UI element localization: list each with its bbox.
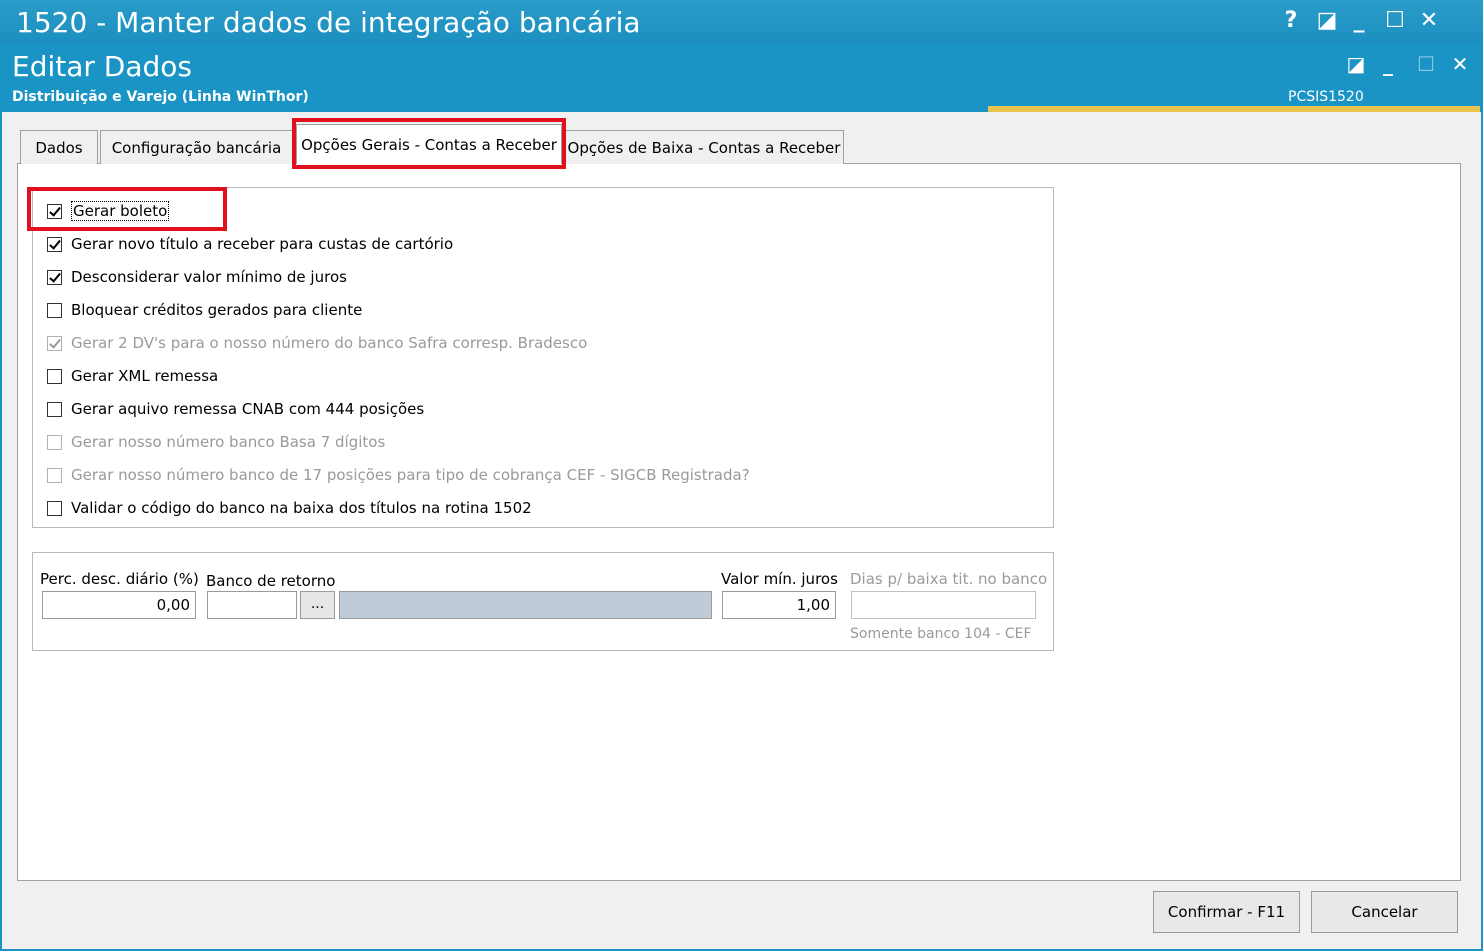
checkbox: [47, 335, 62, 351]
checkbox[interactable]: [47, 269, 62, 285]
option-bloquear-creditos[interactable]: Bloquear créditos gerados para cliente: [47, 300, 362, 320]
checkbox: [47, 434, 62, 450]
checkbox: [47, 467, 62, 483]
valor-min-juros-label: Valor mín. juros: [721, 570, 838, 588]
tab-opcoes-baixa[interactable]: Opções de Baixa - Contas a Receber: [564, 130, 844, 164]
close-icon[interactable]: ✕: [1414, 6, 1444, 36]
option-label: Bloquear créditos gerados para cliente: [71, 301, 363, 319]
option-label: Gerar boleto: [71, 201, 170, 221]
window-title: 1520 - Manter dados de integração bancár…: [16, 6, 641, 39]
dias-baixa-input: [851, 591, 1036, 619]
help-icon[interactable]: ?: [1276, 6, 1306, 36]
banco-retorno-name-field: [339, 591, 712, 619]
option-basa-7: Gerar nosso número banco Basa 7 dígitos: [47, 432, 385, 452]
option-label: Gerar XML remessa: [71, 367, 219, 385]
maximize-icon[interactable]: ☐: [1380, 6, 1410, 36]
window-titlebar: 1520 - Manter dados de integração bancár…: [0, 0, 1483, 44]
tab-dados[interactable]: Dados: [20, 130, 98, 164]
option-label: Desconsiderar valor mínimo de juros: [71, 268, 347, 286]
checkbox[interactable]: [47, 500, 62, 516]
form-title: Editar Dados: [12, 50, 193, 83]
minimize-icon[interactable]: _: [1344, 6, 1374, 36]
perc-desc-label: Perc. desc. diário (%): [40, 570, 199, 588]
form-edit-icon[interactable]: ◪: [1342, 50, 1370, 78]
banco-retorno-lookup-button[interactable]: ...: [300, 591, 335, 619]
form-close-icon[interactable]: ✕: [1446, 50, 1474, 78]
option-cef-17: Gerar nosso número banco de 17 posições …: [47, 465, 750, 485]
form-maximize-icon: ☐: [1417, 52, 1435, 76]
checkbox[interactable]: [47, 203, 62, 219]
checkbox[interactable]: [47, 368, 62, 384]
form-header: Editar Dados Distribuição e Varejo (Linh…: [0, 44, 1483, 112]
checkbox[interactable]: [47, 236, 62, 252]
option-label: Gerar aquivo remessa CNAB com 444 posiçõ…: [71, 400, 425, 418]
option-custas-cartorio[interactable]: Gerar novo título a receber para custas …: [47, 234, 453, 254]
option-label: Gerar nosso número banco Basa 7 dígitos: [71, 433, 386, 451]
option-validar-banco[interactable]: Validar o código do banco na baixa dos t…: [47, 498, 532, 518]
valor-min-juros-input[interactable]: 1,00: [722, 591, 836, 619]
form-minimize-icon[interactable]: _: [1374, 50, 1402, 78]
option-label: Gerar 2 DV's para o nosso número do banc…: [71, 334, 588, 352]
banco-retorno-input[interactable]: [207, 591, 297, 619]
dias-baixa-hint: Somente banco 104 - CEF: [850, 626, 1032, 642]
edit-icon[interactable]: ◪: [1312, 6, 1342, 36]
confirm-button[interactable]: Confirmar - F11: [1153, 891, 1300, 933]
option-safra-dv: Gerar 2 DV's para o nosso número do banc…: [47, 333, 587, 353]
option-label: Gerar nosso número banco de 17 posições …: [71, 466, 750, 484]
option-cnab-444[interactable]: Gerar aquivo remessa CNAB com 444 posiçõ…: [47, 399, 424, 419]
option-label: Gerar novo título a receber para custas …: [71, 235, 454, 253]
option-gerar-boleto[interactable]: Gerar boleto: [47, 201, 170, 221]
form-code: PCSIS1520: [1288, 89, 1364, 105]
perc-desc-input[interactable]: 0,00: [42, 591, 196, 619]
option-xml-remessa[interactable]: Gerar XML remessa: [47, 366, 218, 386]
banco-retorno-label: Banco de retorno: [206, 572, 336, 590]
tab-configuracao-bancaria[interactable]: Configuração bancária: [100, 130, 293, 164]
checkbox[interactable]: [47, 401, 62, 417]
form-subtitle: Distribuição e Varejo (Linha WinThor): [12, 89, 309, 105]
option-label: Validar o código do banco na baixa dos t…: [71, 499, 532, 517]
checkbox[interactable]: [47, 302, 62, 318]
cancel-button[interactable]: Cancelar: [1311, 891, 1458, 933]
tab-opcoes-gerais[interactable]: Opções Gerais - Contas a Receber: [296, 124, 562, 164]
dias-baixa-label: Dias p/ baixa tit. no banco: [850, 570, 1048, 588]
option-desconsiderar-juros[interactable]: Desconsiderar valor mínimo de juros: [47, 267, 347, 287]
